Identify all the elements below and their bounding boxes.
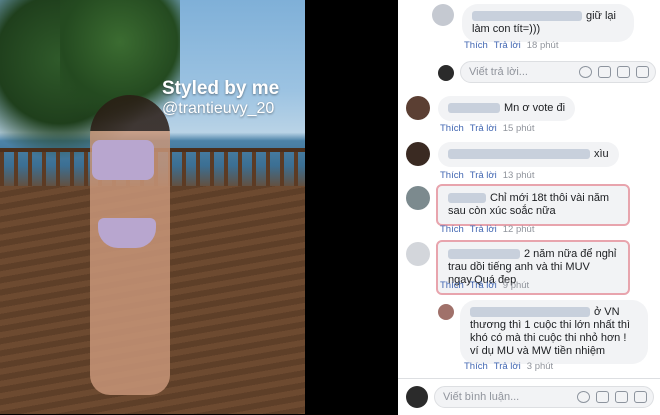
- comment-item: Mn ơ vote đi: [406, 96, 576, 121]
- overlay-handle: @trantieuvy_20: [162, 100, 275, 117]
- like-link[interactable]: Thích: [464, 40, 488, 51]
- comment-bubble-highlighted: Chỉ mới 18t thôi vài năm sau còn xúc soắ…: [436, 184, 630, 226]
- comment-placeholder: Viết bình luận...: [443, 391, 520, 403]
- avatar[interactable]: [406, 242, 430, 266]
- comment-meta: Thích Trả lời 13 phút: [440, 170, 534, 181]
- comment-input[interactable]: Viết bình luận...: [434, 386, 654, 408]
- like-link[interactable]: Thích: [440, 280, 464, 291]
- timestamp: 9 phút: [502, 280, 530, 291]
- emoji-icon[interactable]: [577, 391, 590, 404]
- comment-text: Mn ơ vote đi: [504, 102, 566, 114]
- comment-meta: Thích Trả lời 15 phút: [440, 123, 534, 134]
- reply-link[interactable]: Trả lời: [470, 123, 497, 134]
- comment-item: ở VN thương thì 1 cuộc thi lớn nhất thì …: [438, 300, 648, 364]
- post-photo[interactable]: Styled by me @trantieuvy_20: [0, 0, 305, 414]
- blurred-name: [448, 193, 486, 204]
- avatar[interactable]: [406, 96, 430, 120]
- current-user-avatar: [438, 65, 454, 81]
- avatar[interactable]: [406, 142, 430, 166]
- comment-meta: Thích Trả lời 3 phút: [464, 361, 553, 372]
- blurred-name: [470, 307, 590, 318]
- reply-link[interactable]: Trả lời: [470, 224, 497, 235]
- gif-icon[interactable]: [617, 66, 630, 79]
- reply-input[interactable]: Viết trả lời...: [460, 61, 656, 83]
- comment-item: Chỉ mới 18t thôi vài năm sau còn xúc soắ…: [406, 184, 630, 226]
- sticker-icon[interactable]: [634, 391, 647, 404]
- timestamp: 13 phút: [502, 170, 535, 181]
- avatar[interactable]: [432, 4, 454, 26]
- timestamp: 15 phút: [502, 123, 535, 134]
- blurred-name: [472, 11, 582, 22]
- comment-composer: Viết bình luận...: [398, 378, 660, 415]
- reply-row: [438, 62, 454, 81]
- like-link[interactable]: Thích: [440, 170, 464, 181]
- timestamp: 18 phút: [526, 40, 559, 51]
- camera-icon[interactable]: [598, 66, 611, 79]
- timestamp: 3 phút: [526, 361, 554, 372]
- reply-link[interactable]: Trả lời: [494, 40, 521, 51]
- emoji-icon[interactable]: [579, 66, 592, 79]
- comment-bubble: Mn ơ vote đi: [438, 96, 576, 121]
- comment-bubble: xìu: [438, 142, 619, 167]
- reply-link[interactable]: Trả lời: [470, 280, 497, 291]
- blurred-name: [448, 249, 520, 260]
- comment-bubble: ở VN thương thì 1 cuộc thi lớn nhất thì …: [460, 300, 648, 364]
- gif-icon[interactable]: [615, 391, 628, 404]
- reply-placeholder: Viết trả lời...: [469, 66, 528, 78]
- comment-item: giữ lại làm con tít=))) 😆 1: [432, 4, 634, 42]
- like-link[interactable]: Thích: [440, 224, 464, 235]
- reply-link[interactable]: Trả lời: [470, 170, 497, 181]
- sticker-icon[interactable]: [636, 66, 649, 79]
- comments-panel: giữ lại làm con tít=))) 😆 1 Thích Trả lời…: [398, 0, 660, 414]
- like-link[interactable]: Thích: [464, 361, 488, 372]
- timestamp: 12 phút: [502, 224, 535, 235]
- avatar[interactable]: [438, 304, 454, 320]
- comment-meta: Thích Trả lời 12 phút: [440, 224, 534, 235]
- comment-meta: Thích Trả lời 9 phút: [440, 280, 529, 291]
- reply-link[interactable]: Trả lời: [494, 361, 521, 372]
- swimsuit-top: [92, 140, 154, 180]
- comment-item: xìu: [406, 142, 619, 167]
- like-link[interactable]: Thích: [440, 123, 464, 134]
- comment-meta: Thích Trả lời 18 phút: [464, 40, 558, 51]
- blurred-name: [448, 149, 590, 160]
- comment-bubble: giữ lại làm con tít=))) 😆 1: [462, 4, 634, 42]
- camera-icon[interactable]: [596, 391, 609, 404]
- blurred-name: [448, 103, 500, 114]
- swimsuit-bottom: [98, 218, 156, 248]
- current-user-avatar: [406, 386, 428, 408]
- overlay-title: Styled by me: [162, 78, 280, 99]
- avatar[interactable]: [406, 186, 430, 210]
- comment-text: xìu: [594, 148, 609, 160]
